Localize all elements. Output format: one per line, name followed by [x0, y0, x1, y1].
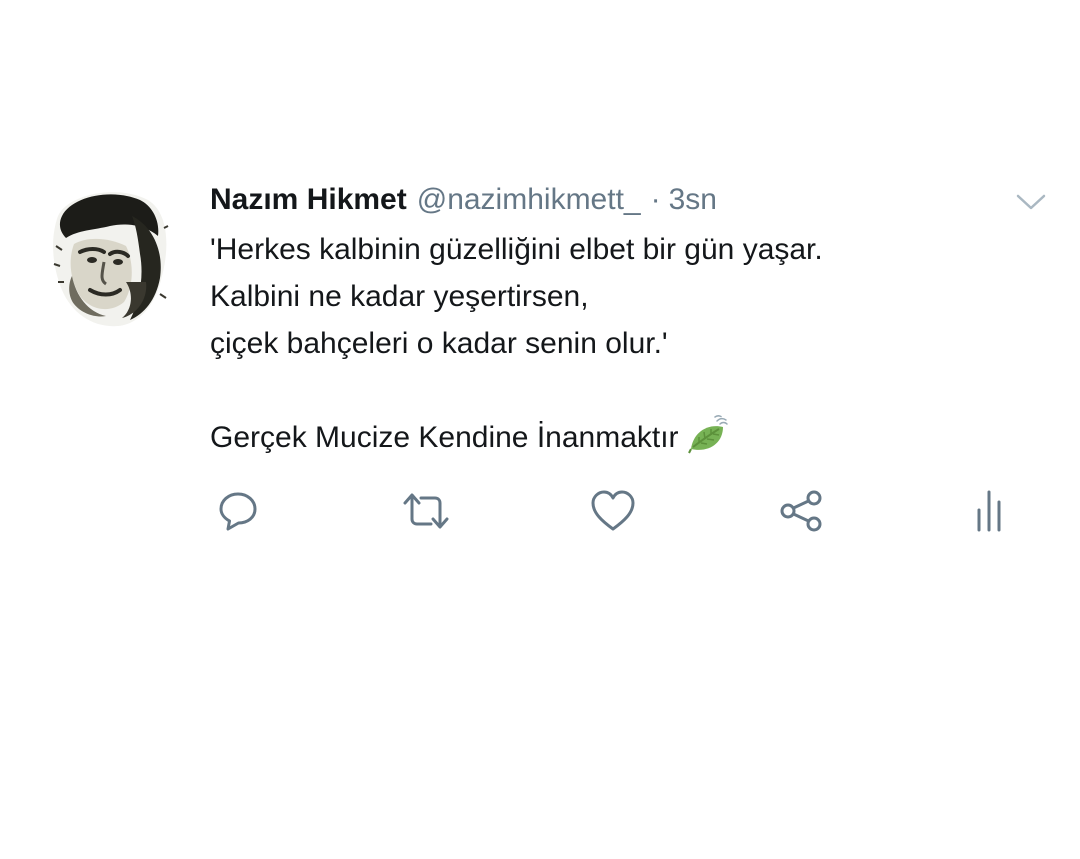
chevron-down-icon[interactable]: [1014, 190, 1048, 214]
tweet-line-1: 'Herkes kalbinin güzelliğini elbet bir g…: [210, 233, 823, 266]
reply-button[interactable]: [213, 486, 263, 536]
tweet-actions: [0, 486, 1080, 536]
tweet-header: Nazım Hikmet @nazimhikmett_ · 3sn: [210, 180, 717, 220]
analytics-icon: [977, 490, 1001, 532]
share-button[interactable]: [776, 486, 826, 536]
heart-icon: [591, 490, 635, 531]
closing-text: Gerçek Mucize Kendine İnanmaktır: [210, 421, 679, 454]
analytics-button[interactable]: [964, 486, 1014, 536]
tweet-text: 'Herkes kalbinin güzelliğini elbet bir g…: [210, 226, 1030, 461]
leaf-fluttering-in-wind-icon: [687, 415, 728, 454]
display-name[interactable]: Nazım Hikmet: [210, 180, 407, 220]
tweet-line-2: Kalbini ne kadar yeşertirsen,: [210, 280, 589, 313]
separator-dot: ·: [650, 183, 661, 216]
like-button[interactable]: [588, 486, 638, 536]
reply-icon: [219, 492, 257, 531]
retweet-button[interactable]: [401, 486, 451, 536]
timestamp[interactable]: 3sn: [669, 180, 717, 220]
user-handle[interactable]: @nazimhikmett_: [417, 180, 641, 220]
avatar[interactable]: [48, 186, 170, 328]
tweet-closing-line: Gerçek Mucize Kendine İnanmaktır: [210, 414, 1030, 461]
retweet-icon: [403, 493, 449, 529]
tweet-line-3: çiçek bahçeleri o kadar senin olur.': [210, 327, 668, 360]
share-icon: [780, 490, 822, 532]
tweet-card[interactable]: Nazım Hikmet @nazimhikmett_ · 3sn 'Herke…: [0, 0, 1080, 859]
